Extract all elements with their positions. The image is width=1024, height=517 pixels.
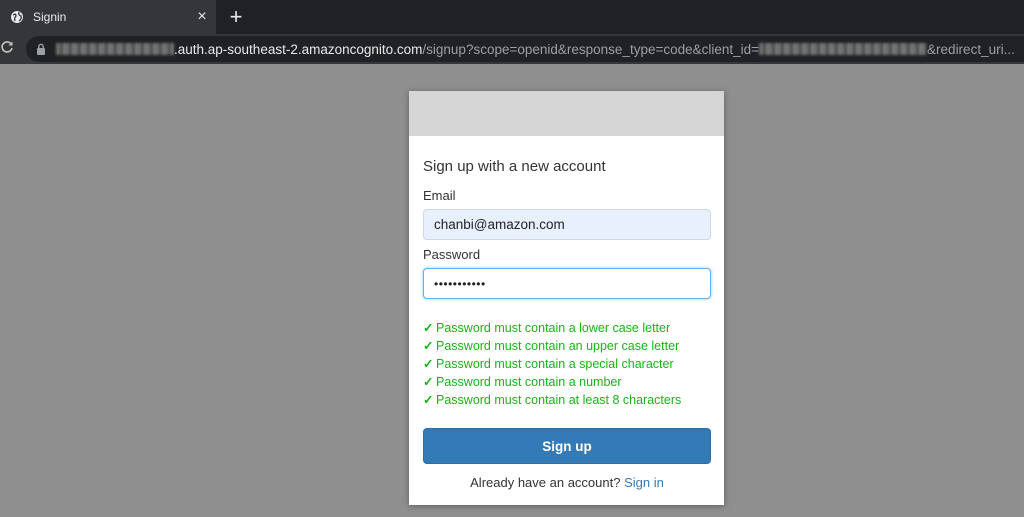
reload-icon[interactable] <box>0 40 16 58</box>
url-field[interactable]: .auth.ap-southeast-2.amazoncognito.com /… <box>26 36 1024 62</box>
check-icon: ✓ <box>423 339 434 353</box>
page-background: Sign up with a new account Email chanbi@… <box>0 64 1024 517</box>
check-icon: ✓ <box>423 357 434 371</box>
email-label: Email <box>423 188 456 203</box>
password-rules: ✓ Password must contain a lower case lett… <box>423 319 711 409</box>
redacted-subdomain <box>56 43 174 55</box>
password-field[interactable]: ••••••••••• <box>423 268 711 299</box>
tab-title: Signin <box>33 10 67 24</box>
form-title: Sign up with a new account <box>423 158 606 175</box>
signup-card: Sign up with a new account Email chanbi@… <box>409 91 724 505</box>
rule-item: ✓ Password must contain a special charact… <box>423 357 674 371</box>
email-field[interactable]: chanbi@amazon.com <box>423 209 711 240</box>
signin-prompt: Already have an account? Sign in <box>423 475 711 490</box>
check-icon: ✓ <box>423 393 434 407</box>
browser-tab[interactable]: Signin × <box>0 0 216 34</box>
url-host: .auth.ap-southeast-2.amazoncognito.com <box>174 41 423 57</box>
rule-item: ✓ Password must contain a number <box>423 375 622 389</box>
card-banner <box>409 91 724 136</box>
rule-item: ✓ Password must contain at least 8 charac… <box>423 393 682 407</box>
url-path: /signup?scope=openid&response_type=code&… <box>422 41 760 57</box>
check-icon: ✓ <box>423 321 434 335</box>
footer-text: Already have an account? <box>470 475 621 490</box>
check-icon: ✓ <box>423 375 434 389</box>
rule-item: ✓ Password must contain a lower case lett… <box>423 321 671 335</box>
close-tab-icon[interactable]: × <box>190 9 214 25</box>
globe-icon <box>10 10 24 24</box>
browser-tab-bar: Signin × + <box>0 0 1024 34</box>
signin-link[interactable]: Sign in <box>624 475 664 490</box>
rule-item: ✓ Password must contain an upper case let… <box>423 339 680 353</box>
redacted-client-id <box>759 43 928 55</box>
lock-icon <box>36 43 46 55</box>
signup-button[interactable]: Sign up <box>423 428 711 464</box>
new-tab-button[interactable]: + <box>224 3 248 31</box>
password-label: Password <box>423 247 481 262</box>
address-bar: .auth.ap-southeast-2.amazoncognito.com /… <box>0 34 1024 64</box>
url-tail: &redirect_uri... <box>927 41 1015 57</box>
